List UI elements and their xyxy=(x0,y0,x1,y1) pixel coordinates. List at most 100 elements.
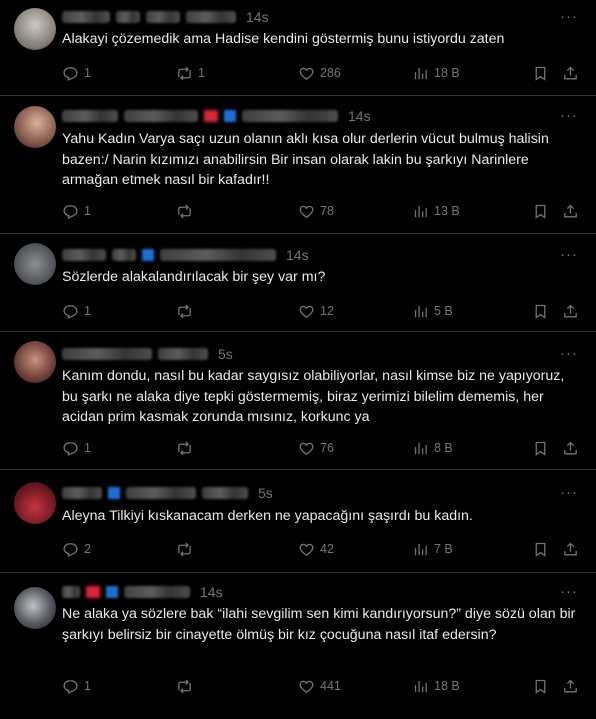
action-bar: 1 76 8 B xyxy=(62,438,582,458)
tweet-1[interactable]: 14s ··· Alakayi çözemedik ama Hadise ken… xyxy=(0,0,596,96)
views-button[interactable]: 8 B xyxy=(412,438,453,458)
bookmark-button[interactable] xyxy=(532,63,549,83)
timestamp[interactable]: 14s xyxy=(246,9,269,25)
retweet-button[interactable] xyxy=(176,676,198,696)
like-button[interactable]: 42 xyxy=(298,539,334,559)
share-icon xyxy=(564,441,577,454)
like-icon xyxy=(299,305,314,318)
like-button[interactable]: 441 xyxy=(298,676,341,696)
like-count: 76 xyxy=(320,441,334,455)
bookmark-icon xyxy=(535,679,546,694)
bookmark-icon xyxy=(535,441,546,456)
share-icon xyxy=(564,204,577,217)
reply-icon xyxy=(63,441,78,456)
tweet-text: Yahu Kadın Varya saçı uzun olanın aklı k… xyxy=(62,131,549,188)
more-options-icon[interactable]: ··· xyxy=(560,583,578,600)
avatar[interactable] xyxy=(14,243,56,285)
avatar[interactable] xyxy=(14,8,56,50)
action-bar: 1 78 13 B xyxy=(62,201,582,221)
avatar[interactable] xyxy=(14,106,56,148)
author-name[interactable]: 14s xyxy=(62,247,309,263)
reply-button[interactable]: 1 xyxy=(62,63,91,83)
tweet-5[interactable]: 5s ··· Aleyna Tilkiyi kıskanacam derken … xyxy=(0,470,596,573)
retweet-button[interactable] xyxy=(176,201,198,221)
bookmark-button[interactable] xyxy=(532,201,549,221)
tweet-4[interactable]: 5s ··· Kanım dondu, nasıl bu kadar saygı… xyxy=(0,332,596,470)
reply-count: 1 xyxy=(84,679,91,693)
retweet-button[interactable] xyxy=(176,301,198,321)
views-button[interactable]: 5 B xyxy=(412,301,453,321)
timestamp[interactable]: 14s xyxy=(286,247,309,263)
retweet-button[interactable]: 1 xyxy=(176,63,205,83)
avatar[interactable] xyxy=(14,482,56,524)
reply-count: 1 xyxy=(84,204,91,218)
retweet-button[interactable] xyxy=(176,438,198,458)
timestamp[interactable]: 14s xyxy=(200,584,223,600)
tweet-2[interactable]: 14s ··· Yahu Kadın Varya saçı uzun olanı… xyxy=(0,96,596,234)
share-button[interactable] xyxy=(562,438,579,458)
tweet-3[interactable]: 14s ··· Sözlerde alakalandırılacak bir ş… xyxy=(0,234,596,332)
reply-button[interactable]: 1 xyxy=(62,438,91,458)
like-icon xyxy=(299,543,314,556)
share-button[interactable] xyxy=(562,676,579,696)
reply-count: 2 xyxy=(84,542,91,556)
retweet-button[interactable] xyxy=(176,539,198,559)
views-icon xyxy=(414,305,427,317)
like-count: 42 xyxy=(320,542,334,556)
author-name[interactable]: 14s xyxy=(62,584,223,600)
timestamp[interactable]: 14s xyxy=(348,108,371,124)
author-name[interactable]: 14s xyxy=(62,9,269,25)
views-count: 5 B xyxy=(434,304,453,318)
views-button[interactable]: 7 B xyxy=(412,539,453,559)
timestamp[interactable]: 5s xyxy=(258,485,273,501)
more-options-icon[interactable]: ··· xyxy=(560,246,578,263)
action-bar: 1 1 286 18 B xyxy=(62,63,582,83)
reply-button[interactable]: 2 xyxy=(62,539,91,559)
more-options-icon[interactable]: ··· xyxy=(560,8,578,25)
like-button[interactable]: 286 xyxy=(298,63,341,83)
retweet-icon xyxy=(178,66,191,80)
tweet-text: Sözlerde alakalandırılacak bir şey var m… xyxy=(62,269,326,285)
bookmark-button[interactable] xyxy=(532,301,549,321)
views-button[interactable]: 18 B xyxy=(412,676,460,696)
reply-count: 1 xyxy=(84,304,91,318)
reply-button[interactable]: 1 xyxy=(62,201,91,221)
like-icon xyxy=(299,680,314,693)
more-options-icon[interactable]: ··· xyxy=(560,484,578,501)
like-button[interactable]: 76 xyxy=(298,438,334,458)
share-button[interactable] xyxy=(562,539,579,559)
bookmark-icon xyxy=(535,304,546,319)
bookmark-button[interactable] xyxy=(532,676,549,696)
like-button[interactable]: 78 xyxy=(298,201,334,221)
retweet-icon xyxy=(178,304,191,318)
author-name[interactable]: 5s xyxy=(62,346,233,362)
reply-button[interactable]: 1 xyxy=(62,676,91,696)
share-button[interactable] xyxy=(562,201,579,221)
reply-button[interactable]: 1 xyxy=(62,301,91,321)
reply-icon xyxy=(63,66,78,81)
bookmark-button[interactable] xyxy=(532,539,549,559)
timestamp[interactable]: 5s xyxy=(218,346,233,362)
tweet-text: Aleyna Tilkiyi kıskanacam derken ne yapa… xyxy=(62,508,473,524)
like-count: 12 xyxy=(320,304,334,318)
share-button[interactable] xyxy=(562,63,579,83)
more-options-icon[interactable]: ··· xyxy=(560,107,578,124)
views-button[interactable]: 13 B xyxy=(412,201,460,221)
views-count: 18 B xyxy=(434,679,460,693)
like-icon xyxy=(299,67,314,80)
like-button[interactable]: 12 xyxy=(298,301,334,321)
bookmark-icon xyxy=(535,204,546,219)
share-icon xyxy=(564,542,577,555)
bookmark-button[interactable] xyxy=(532,438,549,458)
views-count: 8 B xyxy=(434,441,453,455)
avatar[interactable] xyxy=(14,341,56,383)
views-button[interactable]: 18 B xyxy=(412,63,460,83)
tweet-6[interactable]: 14s ··· Ne alaka ya sözlere bak “ilahi s… xyxy=(0,573,596,719)
avatar[interactable] xyxy=(14,587,56,629)
author-name[interactable]: 14s xyxy=(62,108,371,124)
like-count: 78 xyxy=(320,204,334,218)
share-button[interactable] xyxy=(562,301,579,321)
author-name[interactable]: 5s xyxy=(62,485,273,501)
more-options-icon[interactable]: ··· xyxy=(560,345,578,362)
share-icon xyxy=(564,304,577,317)
